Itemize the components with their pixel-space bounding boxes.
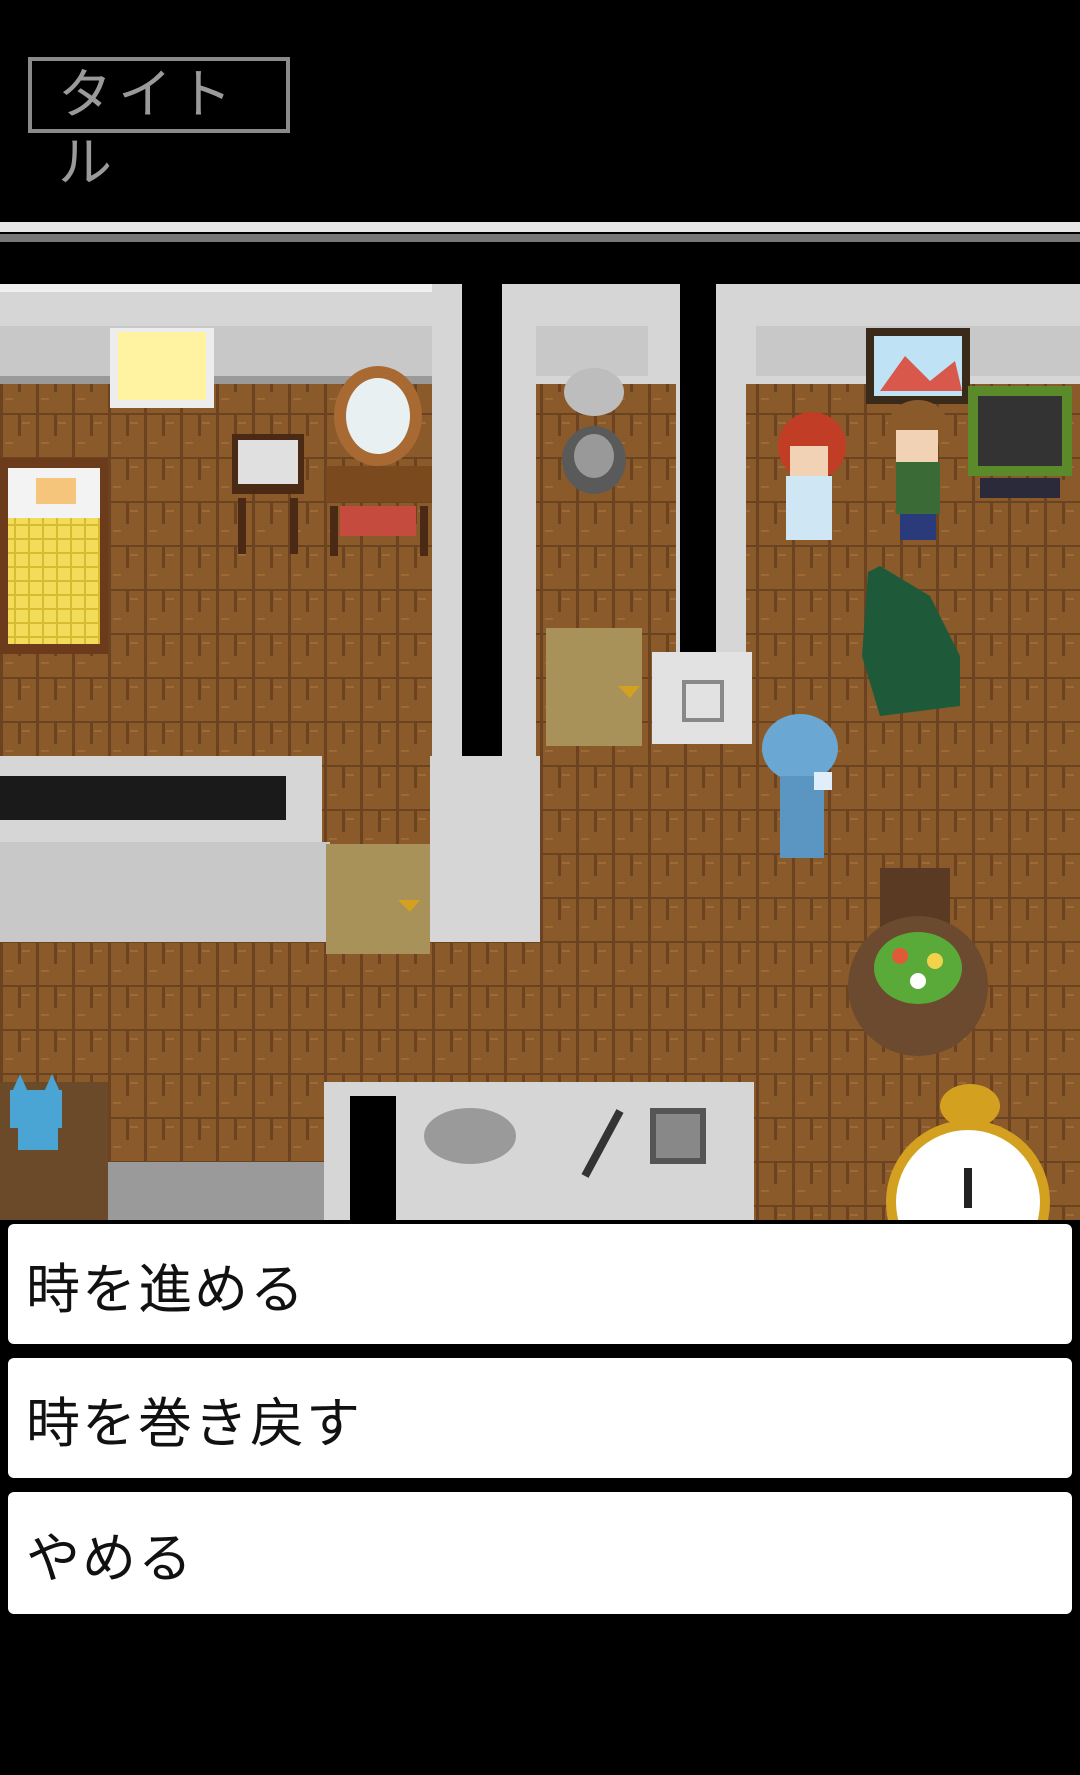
menu-option-advance-time[interactable]: 時を進める bbox=[8, 1224, 1072, 1344]
menu-option-cancel[interactable]: やめる bbox=[8, 1492, 1072, 1614]
title-button[interactable]: タイトル bbox=[28, 57, 290, 194]
menu-option-label: 時を進める bbox=[26, 1257, 306, 1321]
menu-option-rewind-time[interactable]: 時を巻き戻す bbox=[8, 1358, 1072, 1478]
menu-option-label: やめる bbox=[26, 1526, 194, 1590]
menu-option-label: 時を巻き戻す bbox=[26, 1391, 362, 1455]
game-map bbox=[0, 216, 1080, 1220]
room-scene bbox=[0, 216, 1080, 1220]
